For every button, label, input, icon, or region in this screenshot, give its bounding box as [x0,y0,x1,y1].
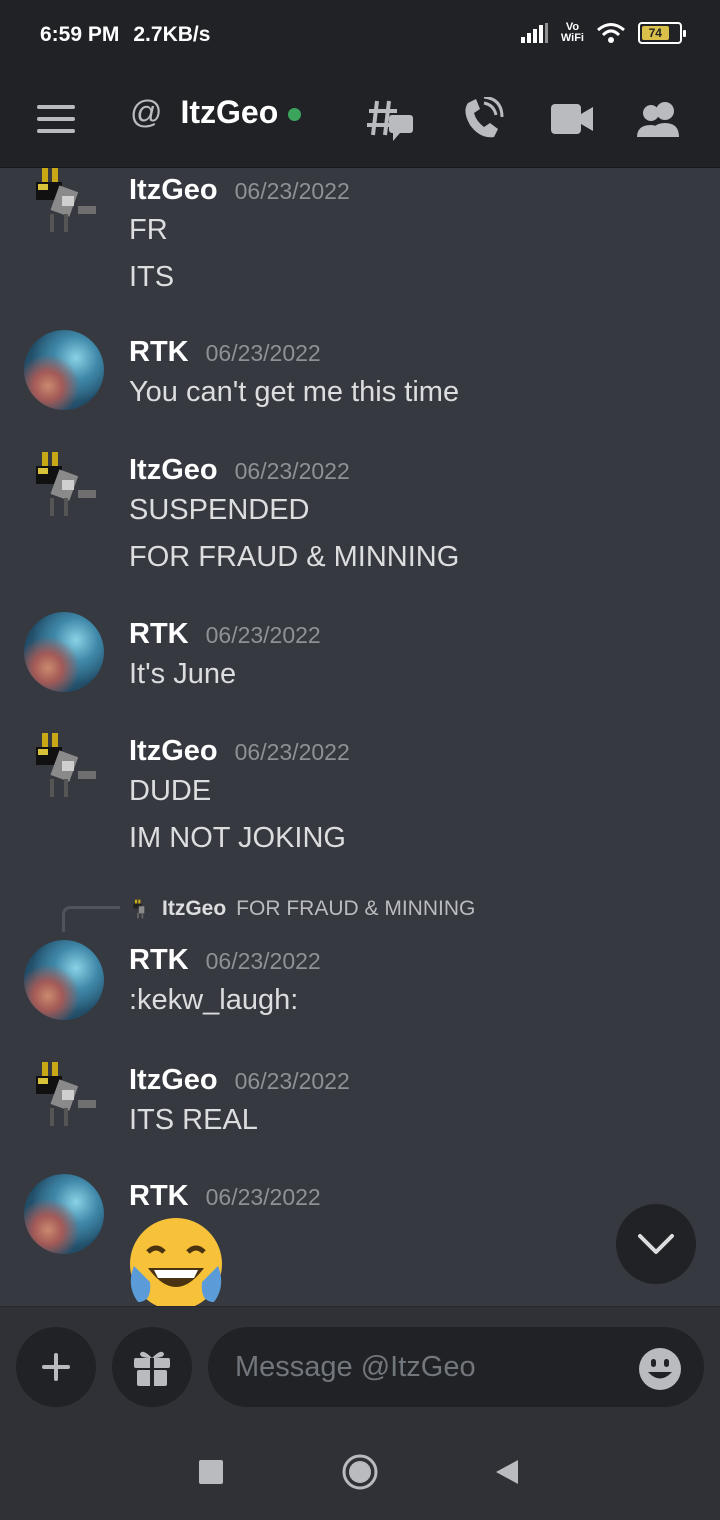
phone-call-icon[interactable] [460,94,506,144]
timestamp: 06/23/2022 [205,1184,321,1210]
signal-icon [520,23,548,43]
home-button[interactable] [340,1452,380,1492]
back-button[interactable] [492,1452,522,1492]
author-name[interactable]: ItzGeo [129,454,218,487]
message-text[interactable]: DUDE [129,775,211,808]
message-header: RTK 06/23/2022 [129,944,321,977]
timestamp: 06/23/2022 [234,458,350,484]
members-icon[interactable] [636,94,682,144]
itzgeo-avatar[interactable] [24,727,104,807]
home-circle-icon [342,1454,378,1490]
message-text[interactable]: FR [129,214,168,247]
author-name[interactable]: RTK [129,618,189,651]
message-list[interactable]: ItzGeo 06/23/2022 FR ITS RTK 06/23/2022 … [0,168,720,1306]
author-name[interactable]: ItzGeo [129,1064,218,1097]
message-text[interactable]: ITS REAL [129,1104,258,1137]
square-icon [199,1460,223,1484]
battery-level: 74 [642,26,669,40]
itzgeo-avatar[interactable] [24,446,104,526]
rtk-avatar[interactable] [24,1174,104,1254]
recents-button[interactable] [196,1452,226,1492]
timestamp: 06/23/2022 [234,178,350,204]
message-header: ItzGeo 06/23/2022 [129,1064,350,1097]
message-header: ItzGeo 06/23/2022 [129,454,350,487]
author-name[interactable]: ItzGeo [129,735,218,768]
reply-author: ItzGeo [162,897,227,920]
message-header: RTK 06/23/2022 [129,1180,321,1213]
plus-icon [42,1353,70,1381]
message-text[interactable]: SUSPENDED [129,494,310,527]
at-icon: @ [130,94,163,130]
author-name[interactable]: RTK [129,1180,189,1213]
vowifi-indicator: Vo WiFi [561,22,584,44]
online-status-dot [288,108,302,121]
status-icons: Vo WiFi 74 [520,22,686,44]
back-triangle-icon [496,1460,518,1484]
hamburger-icon[interactable] [36,96,76,142]
jump-to-present-button[interactable] [616,1204,696,1284]
channel-header: @ ItzGeo [0,70,720,168]
reply-preview[interactable]: ItzGeo FOR FRAUD & MINNING [130,894,475,924]
message-header: ItzGeo 06/23/2022 [129,174,350,207]
message-composer [0,1306,720,1422]
gift-icon [134,1351,170,1386]
reply-text: FOR FRAUD & MINNING [236,897,476,920]
message-text[interactable]: You can't get me this time [129,376,459,409]
author-name[interactable]: RTK [129,944,189,977]
threads-icon[interactable] [366,94,416,144]
reply-author-avatar [133,899,145,919]
vowifi-bottom: WiFi [560,32,584,44]
battery-icon: 74 [638,22,686,44]
timestamp: 06/23/2022 [205,340,321,366]
status-time: 6:59 PM [40,23,120,46]
message-header: RTK 06/23/2022 [129,336,321,369]
rtk-avatar[interactable] [24,940,104,1020]
itzgeo-avatar[interactable] [24,1056,104,1136]
reply-connector [62,906,120,932]
joy-emoji[interactable] [126,1216,226,1306]
rtk-avatar[interactable] [24,330,104,410]
message-header: ItzGeo 06/23/2022 [129,735,350,768]
timestamp: 06/23/2022 [205,622,321,648]
itzgeo-avatar[interactable] [24,168,104,242]
message-text[interactable]: FOR FRAUD & MINNING [129,541,459,574]
message-text[interactable]: ITS [129,261,174,294]
chevron-down-icon [638,1234,674,1254]
message-text[interactable]: :kekw_laugh: [129,984,298,1017]
message-input[interactable] [208,1327,704,1407]
wifi-icon [597,23,625,43]
emoji-smile-icon[interactable] [638,1347,682,1391]
author-name[interactable]: RTK [129,336,189,369]
timestamp: 06/23/2022 [234,1068,350,1094]
system-nav-bar [0,1422,720,1520]
rtk-avatar[interactable] [24,612,104,692]
gift-button[interactable] [112,1327,192,1407]
status-network-speed: 2.7KB/s [133,23,211,46]
author-name[interactable]: ItzGeo [129,174,218,207]
video-icon[interactable] [550,96,594,142]
dm-title[interactable]: @ ItzGeo [130,94,302,131]
message-header: RTK 06/23/2022 [129,618,321,651]
message-text[interactable]: IM NOT JOKING [129,822,346,855]
timestamp: 06/23/2022 [234,739,350,765]
timestamp: 06/23/2022 [205,948,321,974]
status-bar: 6:59 PM 2.7KB/s Vo WiFi 74 [0,0,720,70]
add-attachment-button[interactable] [16,1327,96,1407]
dm-username: ItzGeo [180,94,279,130]
message-text[interactable]: It's June [129,658,236,691]
